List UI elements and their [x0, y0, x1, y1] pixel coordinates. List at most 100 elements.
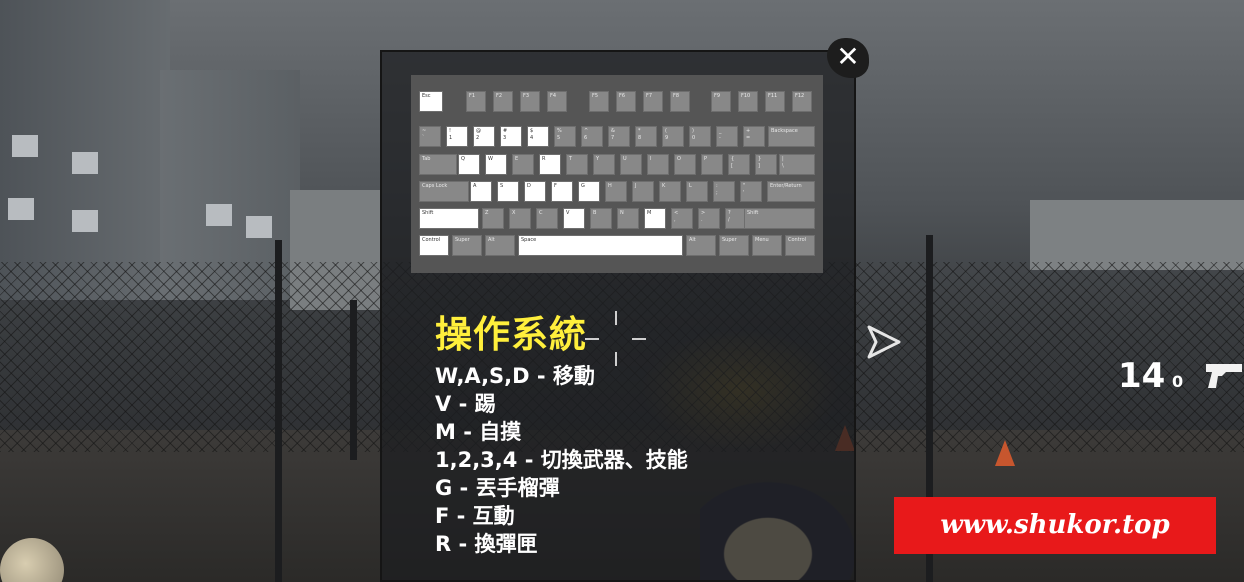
- window: [8, 198, 34, 220]
- key: F: [551, 181, 573, 202]
- key: S: [497, 181, 519, 202]
- fence-post: [275, 240, 282, 582]
- crosshair-bottom: [615, 352, 617, 366]
- crosshair-left: [585, 338, 599, 340]
- key: Space: [518, 235, 683, 256]
- key-label: Menu: [755, 237, 769, 243]
- key-label: N: [620, 210, 624, 216]
- key-label: Super: [455, 237, 470, 243]
- key-label: Alt: [689, 237, 696, 243]
- key: I: [647, 154, 669, 175]
- building-right: [1030, 200, 1244, 270]
- key: Alt: [485, 235, 515, 256]
- key-label: _: [719, 128, 722, 134]
- key: ! 1: [446, 126, 468, 147]
- key: Caps Lock: [419, 181, 469, 202]
- key-label: H: [608, 183, 612, 189]
- key: | \: [779, 154, 815, 175]
- key-sublabel: 4: [530, 135, 534, 141]
- key-label: *: [638, 128, 641, 134]
- key: F12: [792, 91, 812, 112]
- key-sublabel: 8: [638, 135, 642, 141]
- control-binding: W,A,S,D - 移動: [435, 364, 595, 388]
- key: + =: [743, 126, 765, 147]
- key-label: +: [746, 128, 751, 134]
- window: [12, 135, 38, 157]
- key: A: [470, 181, 492, 202]
- key-label: Z: [485, 210, 489, 216]
- controls-title: 操作系統: [435, 313, 587, 356]
- key: Tab: [419, 154, 457, 175]
- key-label: W: [488, 156, 493, 162]
- key: N: [617, 208, 639, 229]
- key: E: [512, 154, 534, 175]
- key-label: Space: [521, 237, 537, 243]
- key-label: L: [689, 183, 692, 189]
- key: & 7: [608, 126, 630, 147]
- key-label: |: [782, 156, 784, 162]
- key-sublabel: ;: [716, 190, 718, 196]
- key-sublabel: -: [719, 135, 721, 141]
- key: F11: [765, 91, 785, 112]
- key-label: R: [542, 156, 546, 162]
- control-binding: F - 互動: [435, 504, 515, 528]
- key: W: [485, 154, 507, 175]
- key-label: F5: [592, 93, 599, 99]
- key: Super: [719, 235, 749, 256]
- key: Menu: [752, 235, 782, 256]
- key: F7: [643, 91, 663, 112]
- key-sublabel: 3: [503, 135, 507, 141]
- key-label: F4: [550, 93, 557, 99]
- key-sublabel: 1: [449, 135, 453, 141]
- key: F2: [493, 91, 513, 112]
- key-label: }: [758, 156, 762, 162]
- window: [72, 210, 98, 232]
- play-arrow-icon[interactable]: [866, 325, 902, 359]
- key: % 5: [554, 126, 576, 147]
- key-sublabel: ': [743, 190, 745, 196]
- key-label: Control: [422, 237, 441, 243]
- key: Z: [482, 208, 504, 229]
- key-label: F1: [469, 93, 476, 99]
- window: [72, 152, 98, 174]
- key-sublabel: .: [701, 217, 703, 223]
- key-label: Shift: [422, 210, 434, 216]
- key: L: [686, 181, 708, 202]
- key-label: (: [665, 128, 667, 134]
- key-label: Backspace: [771, 128, 798, 134]
- key-sublabel: ,: [674, 217, 676, 223]
- key-sublabel: 2: [476, 135, 480, 141]
- key: B: [590, 208, 612, 229]
- key: Shift: [744, 208, 815, 229]
- control-binding: 1,2,3,4 - 切換武器、技能: [435, 448, 688, 472]
- key: Super: [452, 235, 482, 256]
- key-sublabel: 6: [584, 135, 588, 141]
- key-label: G: [581, 183, 585, 189]
- key: F10: [738, 91, 758, 112]
- key-sublabel: /: [728, 217, 730, 223]
- key: F3: [520, 91, 540, 112]
- key-label: F11: [768, 93, 778, 99]
- key-label: X: [512, 210, 516, 216]
- key-label: Control: [788, 237, 807, 243]
- key: M: [644, 208, 666, 229]
- key-label: E: [515, 156, 519, 162]
- key: Alt: [686, 235, 716, 256]
- key-label: T: [569, 156, 573, 162]
- key: Shift: [419, 208, 479, 229]
- key-label: A: [473, 183, 477, 189]
- key-label: ^: [584, 128, 589, 134]
- key: Y: [593, 154, 615, 175]
- key: J: [632, 181, 654, 202]
- key: _ -: [716, 126, 738, 147]
- key: {[: [728, 154, 750, 175]
- key-label: F: [554, 183, 557, 189]
- close-icon: ✕: [836, 40, 860, 73]
- key: O: [674, 154, 696, 175]
- key: Q: [458, 154, 480, 175]
- key: T: [566, 154, 588, 175]
- key-sublabel: `: [422, 135, 425, 141]
- key: X: [509, 208, 531, 229]
- key-sublabel: 7: [611, 135, 615, 141]
- key-label: B: [593, 210, 597, 216]
